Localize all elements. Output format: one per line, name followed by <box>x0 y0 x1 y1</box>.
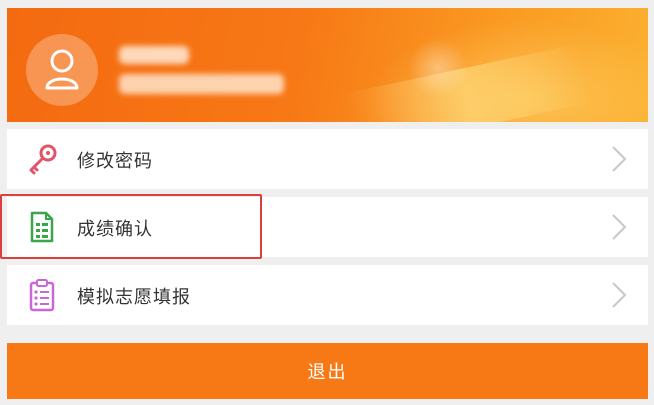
profile-header <box>7 8 648 122</box>
chevron-right-icon <box>612 146 627 172</box>
user-icon <box>45 49 79 90</box>
menu-item-mock-application[interactable]: 模拟志愿填报 <box>7 265 648 325</box>
chevron-right-icon <box>612 214 627 240</box>
menu-item-label: 模拟志愿填报 <box>77 287 191 308</box>
chevron-right-icon <box>612 282 627 308</box>
clipboard-list-icon <box>29 279 55 312</box>
highlight-annotation <box>0 194 262 259</box>
user-name-redacted <box>119 46 189 64</box>
logout-button[interactable]: 退出 <box>7 343 648 399</box>
header-decoration <box>408 38 468 98</box>
menu-item-change-password[interactable]: 修改密码 <box>7 129 648 189</box>
key-icon <box>29 144 57 175</box>
avatar[interactable] <box>26 34 98 106</box>
user-id-redacted <box>119 74 284 94</box>
menu-item-label: 修改密码 <box>77 151 153 172</box>
